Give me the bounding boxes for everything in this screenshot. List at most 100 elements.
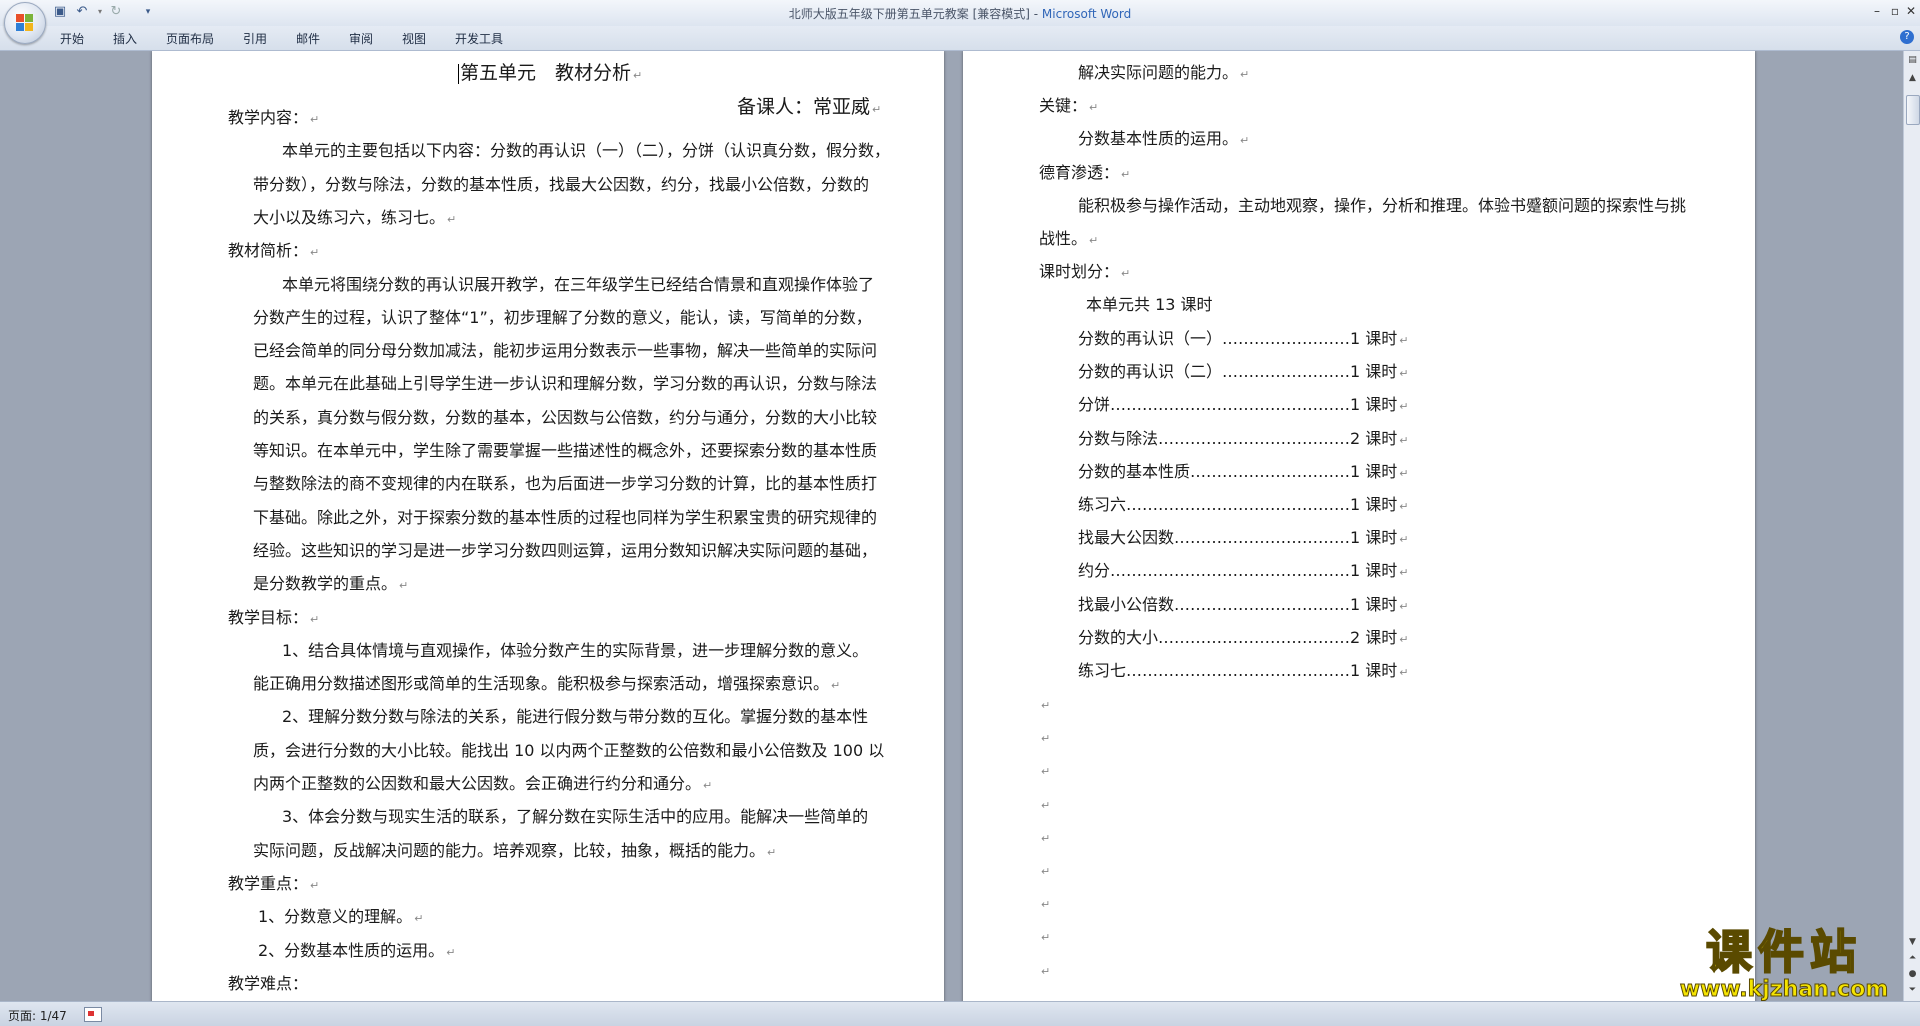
watermark-url: www.kjzhan.com (1679, 977, 1889, 1002)
left-line: 已经会简单的同分母分数加减法，能初步运用分数表示一些事物，解决一些简单的实际问 (253, 341, 877, 361)
next-page-icon[interactable]: ⏷ (1905, 983, 1920, 998)
left-line-text: 带分数），分数与除法，分数的基本性质，找最大公因数，约分，找最小公倍数，分数的 (253, 174, 870, 194)
tab-review[interactable]: 审阅 (349, 30, 373, 47)
tab-insert[interactable]: 插入 (113, 30, 137, 47)
left-line-text: 已经会简单的同分母分数加减法，能初步运用分数表示一些事物，解决一些简单的实际问 (253, 341, 878, 361)
empty-paragraph-mark: ↵ (1041, 964, 1051, 978)
left-line: 本单元将围绕分数的再认识展开教学，在三年级学生已经结合情景和直观操作体验了 (282, 275, 874, 295)
right-line-text: 战性。 (1039, 229, 1088, 248)
ribbon-tabs: 开始 插入 页面布局 引用 邮件 审阅 视图 开发工具 ? (0, 26, 1920, 51)
left-line-text: 教学难点： (228, 973, 309, 993)
left-line-text: 实际问题，反战解决问题的能力。培养观察，比较，抽象，概括的能力。 (253, 840, 766, 860)
empty-paragraph-mark: ↵ (1041, 699, 1051, 712)
left-line-text: 1、分数意义的理解。 (258, 907, 413, 927)
right-line-text: 课时划分： (1039, 262, 1120, 282)
right-line: 关键： ↵ (1039, 96, 1099, 116)
left-line-text: 大小以及练习六，练习七。 (253, 207, 446, 227)
tab-references[interactable]: 引用 (243, 30, 267, 47)
scroll-up-icon[interactable]: ▲ (1905, 71, 1920, 86)
left-line-text: 题。本单元在此基础上引导学生进一步认识和理解分数，学习分数的再认识，分数与除法 (253, 374, 878, 394)
left-line-text: 下基础。除此之外，对于探索分数的基本性质的过程也同样为学生积累宝贵的研究规律的 (253, 507, 878, 527)
left-line-text: 等知识。在本单元中，学生除了需要掌握一些描述性的概念外，还要探索分数的基本性质 (253, 441, 878, 460)
office-button[interactable] (4, 2, 46, 44)
title-bar: ▣ ↶ ▾ ↻ ▾ 北师大版五年级下册第五单元教案 [兼容模式] - Micro… (0, 0, 1920, 44)
left-line: 经验。这些知识的学习是进一步学习分数四则运算，运用分数知识解决实际问题的基础， (253, 541, 877, 561)
right-line: 战性。 ↵ (1039, 229, 1099, 248)
tab-page-layout[interactable]: 页面布局 (166, 30, 214, 47)
left-line: 分数产生的过程，认识了整体“1”，初步理解了分数的意义，能认，读，写简单的分数， (253, 308, 872, 328)
right-line-text: 能积极参与操作活动，主动地观察，操作，分析和推理。体验书蹙额问题的探索性与挑 (1078, 195, 1687, 215)
status-bar: 页面: 1/47 (0, 1001, 1920, 1026)
empty-paragraph-mark: ↵ (1041, 831, 1051, 845)
tab-developer[interactable]: 开发工具 (455, 30, 503, 47)
left-line: 教材简析： ↵ (228, 241, 320, 261)
left-line: 3、体会分数与现实生活的联系，了解分数在实际生活中的应用。能解决一些简单的 (282, 807, 868, 827)
proofing-status-icon[interactable] (84, 1007, 102, 1022)
document-page-right[interactable]: 解决实际问题的能力。 ↵ 关键： ↵ 分数基本性质的运用。 ↵ 德育渗透： ↵ 能积极参与操作活… (963, 51, 1755, 1001)
left-line: 教学内容： ↵ (228, 108, 320, 127)
ruler-toggle-icon[interactable]: ▤ (1905, 53, 1920, 68)
schedule-item-text: 分数与除法………………………………2 课时 (1078, 428, 1398, 448)
left-line: 实际问题，反战解决问题的能力。培养观察，比较，抽象，概括的能力。 ↵ (253, 840, 777, 860)
schedule-item: 练习六……………………………………1 课时 ↵ (1078, 495, 1409, 514)
left-line: 的关系，真分数与假分数，分数的基本，公因数与公倍数，约分与通分，分数的大小比较 (253, 408, 877, 428)
left-line-text: 1、结合具体情境与直观操作，体验分数产生的实际背景，进一步理解分数的意义。 (282, 640, 869, 660)
empty-paragraph-mark: ↵ (1041, 765, 1051, 779)
left-line: 与整数除法的商不变规律的内在联系，也为后面进一步学习分数的计算，比的基本性质打 (253, 474, 877, 494)
left-line-text: 2、理解分数分数与除法的关系，能进行假分数与带分数的互化。掌握分数的基本性 (282, 707, 869, 727)
schedule-item: 约分………………………………………1 课时 ↵ (1078, 561, 1409, 581)
office-logo-icon (16, 14, 34, 32)
browse-object-icon[interactable]: ● (1905, 967, 1920, 982)
right-line: 解决实际问题的能力。 ↵ (1078, 63, 1250, 82)
vertical-scrollbar[interactable]: ▤ ▲ ▼ ⏶ ● ⏷ (1903, 51, 1920, 1001)
right-line: 德育渗透： ↵ (1039, 162, 1131, 182)
left-line: 能正确用分数描述图形或简单的生活现象。能积极参与探索活动，增强探索意识。 ↵ (253, 674, 841, 694)
left-line: 教学难点： (228, 974, 308, 994)
tab-home[interactable]: 开始 (60, 30, 84, 47)
left-line-text: 本单元的主要包括以下内容：分数的再认识（一）（二），分饼（认识真分数，假分数， (282, 141, 891, 161)
schedule-item: 分数的再认识（一）……………………1 课时 ↵ (1078, 329, 1409, 348)
schedule-item-text: 练习七……………………………………1 课时 (1078, 661, 1398, 680)
scroll-down-icon[interactable]: ▼ (1905, 935, 1920, 950)
schedule-item-text: 分饼………………………………………1 课时 (1078, 395, 1398, 415)
schedule-item: 找最大公因数……………………………1 课时 ↵ (1078, 528, 1409, 548)
left-line-text: 教学目标： (228, 607, 309, 627)
schedule-item-text: 分数的基本性质…………………………1 课时 (1078, 461, 1398, 481)
schedule-item-text: 分数的大小………………………………2 课时 (1078, 627, 1398, 647)
minimize-icon[interactable]: – (1868, 3, 1886, 19)
page-count[interactable]: 页面: 1/47 (8, 1007, 67, 1024)
schedule-item: 分数的大小………………………………2 课时 ↵ (1078, 627, 1409, 647)
schedule-item: 分数与除法………………………………2 课时 ↵ (1078, 428, 1409, 448)
scrollbar-thumb[interactable] (1906, 95, 1920, 125)
left-line: 下基础。除此之外，对于探索分数的基本性质的过程也同样为学生积累宝贵的研究规律的 (253, 508, 877, 528)
window-title: 北师大版五年级下册第五单元教案 [兼容模式] - Microsoft Word (788, 7, 1132, 21)
schedule-item-text: 找最大公因数……………………………1 课时 (1078, 528, 1398, 548)
left-line-text: 教材简析： (228, 241, 309, 261)
left-line: 教学重点： ↵ (228, 873, 320, 893)
left-line-text: 教学重点： (228, 873, 309, 893)
close-icon[interactable]: ✕ (1902, 3, 1920, 19)
left-line: 等知识。在本单元中，学生除了需要掌握一些描述性的概念外，还要探索分数的基本性质 (253, 441, 877, 461)
left-line: 题。本单元在此基础上引导学生进一步认识和理解分数，学习分数的再认识，分数与除法 (253, 374, 877, 394)
left-line-text: 质，会进行分数的大小比较。能找出 10 以内两个正整数的公倍数和最小公倍数及 1… (253, 740, 885, 760)
left-line-text: 经验。这些知识的学习是进一步学习分数四则运算，运用分数知识解决实际问题的基础， (253, 540, 878, 560)
tab-view[interactable]: 视图 (402, 30, 426, 47)
previous-page-icon[interactable]: ⏶ (1905, 951, 1920, 966)
left-line: 带分数），分数与除法，分数的基本性质，找最大公因数，约分，找最小公倍数，分数的 (253, 175, 869, 195)
left-line-text: 教学内容： (228, 108, 309, 127)
help-icon[interactable]: ? (1900, 30, 1914, 44)
left-line-text: 与整数除法的商不变规律的内在联系，也为后面进一步学习分数的计算，比的基本性质打 (253, 474, 878, 494)
schedule-item-text: 练习六……………………………………1 课时 (1078, 495, 1398, 514)
left-line: 本单元的主要包括以下内容：分数的再认识（一）（二），分饼（认识真分数，假分数， (282, 141, 890, 161)
left-line-text: 3、体会分数与现实生活的联系，了解分数在实际生活中的应用。能解决一些简单的 (282, 807, 869, 827)
document-page-left[interactable]: 第五单元 教材分析 ↵ 备课人：常亚威 ↵ 教学内容： ↵ 本单元的主要包括以下内容：分… (152, 51, 944, 1001)
empty-paragraph-mark: ↵ (1041, 931, 1051, 945)
left-line-text: 2、分数基本性质的运用。 (258, 940, 445, 960)
empty-paragraph-mark: ↵ (1041, 898, 1051, 912)
schedule-item-text: 找最小公倍数……………………………1 课时 (1078, 594, 1398, 614)
schedule-item: 找最小公倍数……………………………1 课时 ↵ (1078, 594, 1409, 614)
schedule-item: 分数的再认识（二）……………………1 课时 ↵ (1078, 362, 1409, 382)
page-title: 第五单元 教材分析 ↵ (458, 62, 643, 84)
tab-mailings[interactable]: 邮件 (296, 30, 320, 47)
left-line: 是分数教学的重点。 ↵ (253, 574, 409, 594)
